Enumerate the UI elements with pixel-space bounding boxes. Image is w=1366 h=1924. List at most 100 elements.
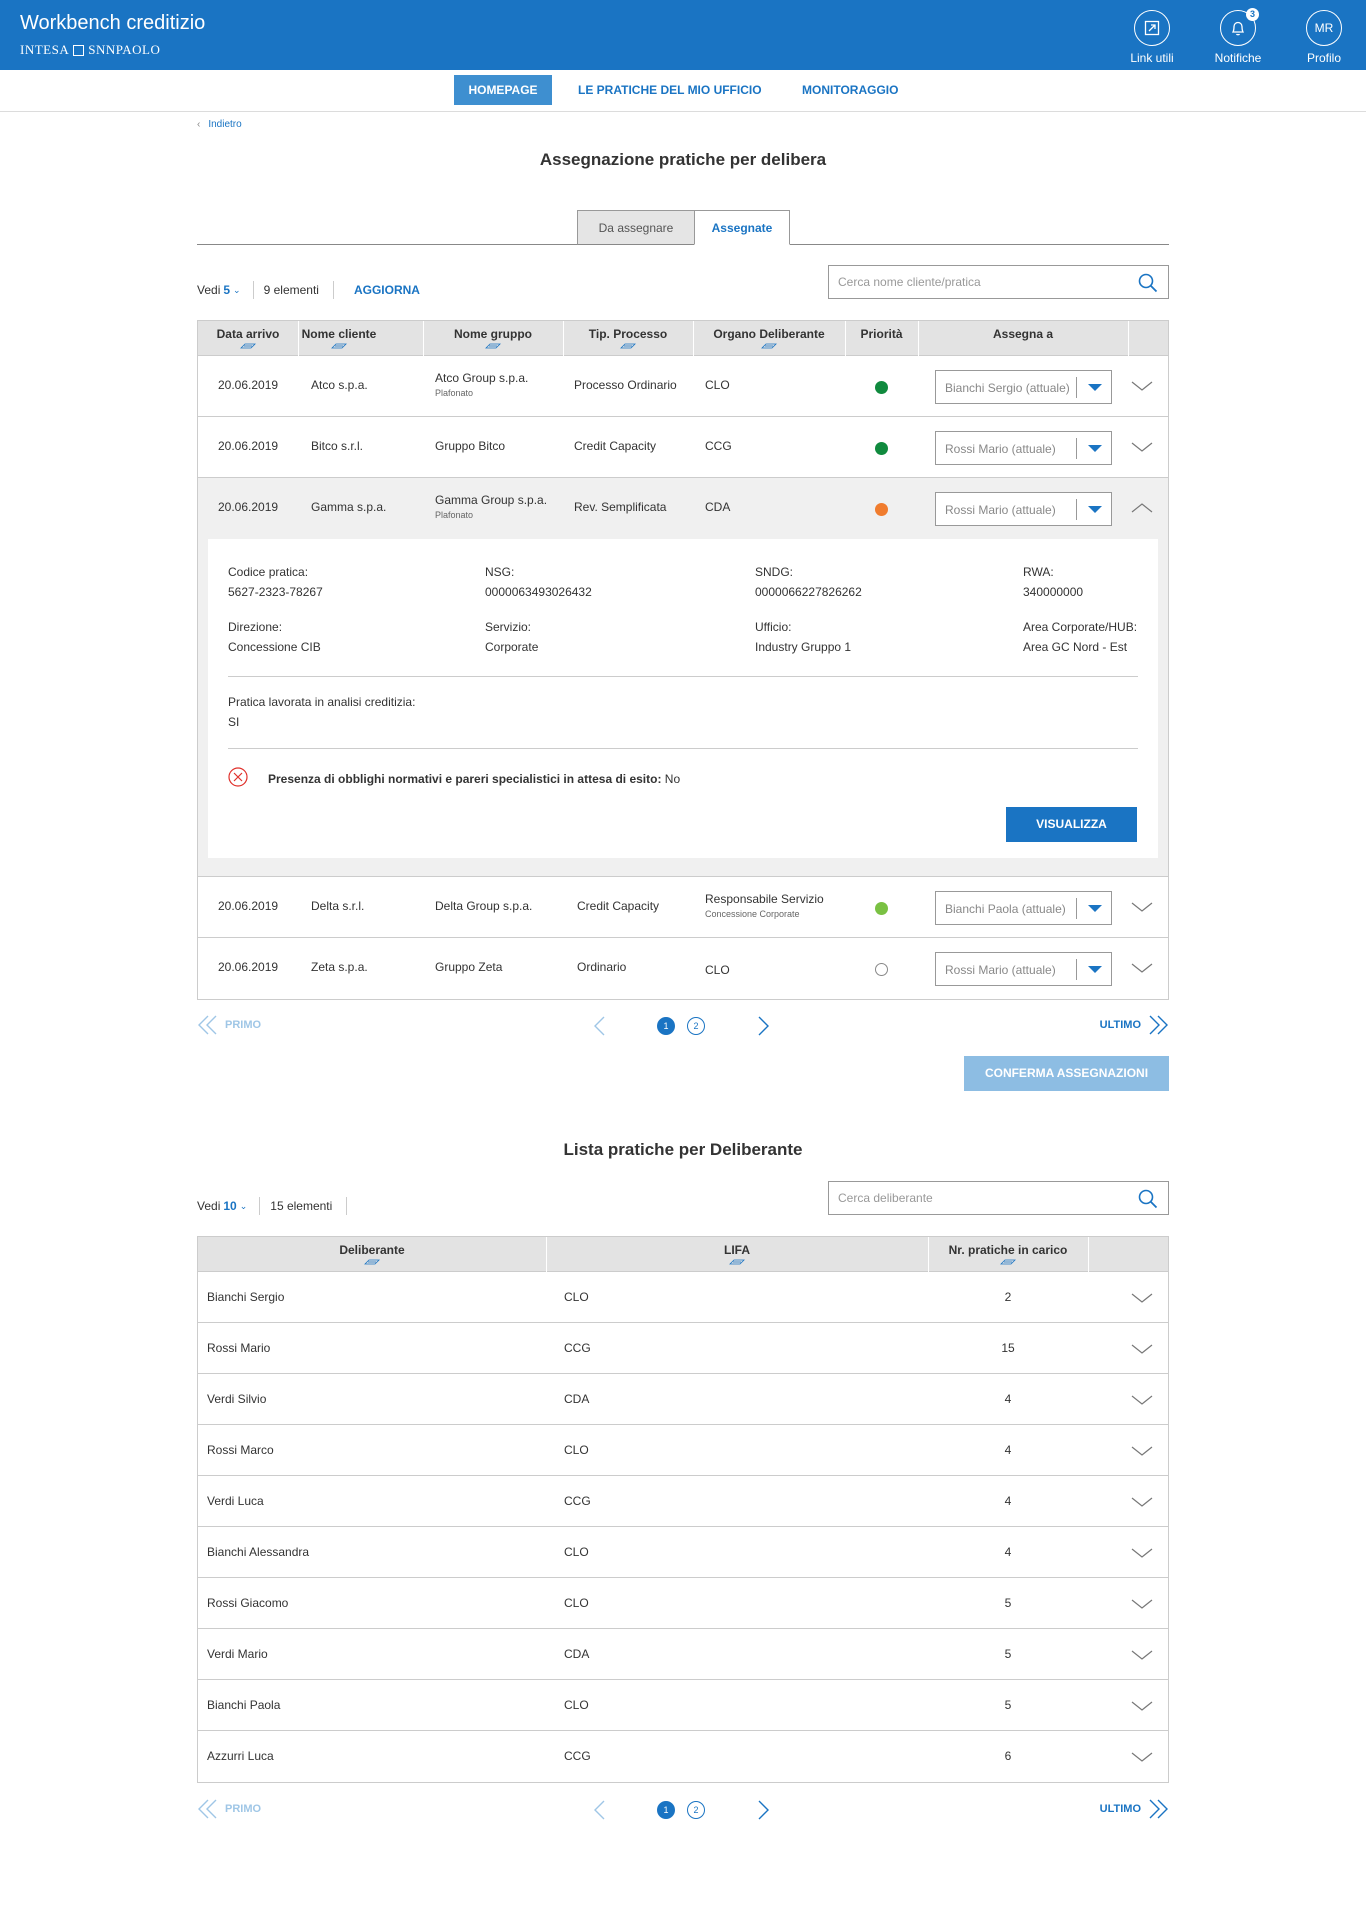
- chevron-right-icon[interactable]: [757, 1800, 771, 1820]
- page-1[interactable]: 1: [657, 1017, 675, 1035]
- cell-cliente: Atco s.p.a.: [311, 378, 368, 392]
- vedi-select[interactable]: 5: [223, 283, 230, 297]
- table-row[interactable]: Bianchi Sergio CLO 2: [198, 1272, 1168, 1323]
- chevron-down-icon[interactable]: [1131, 1596, 1153, 1612]
- chevron-down-icon[interactable]: [1131, 1647, 1153, 1663]
- cell-organo-sub: Concessione Corporate: [705, 909, 800, 919]
- col-deliberante[interactable]: Deliberante: [198, 1243, 546, 1265]
- table-row[interactable]: Rossi Marco CLO 4: [198, 1425, 1168, 1476]
- nav-monitoraggio[interactable]: MONITORAGGIO: [787, 75, 913, 105]
- cell-cliente: Zeta s.p.a.: [311, 960, 368, 974]
- chevron-right-icon[interactable]: [757, 1016, 771, 1036]
- cell-nr-pratiche: 4: [1004, 1545, 1012, 1559]
- chevron-left-icon: ‹: [197, 119, 201, 130]
- visualizza-button[interactable]: VISUALIZZA: [1006, 807, 1137, 842]
- detail-direzione: Direzione: Concessione CIB: [228, 620, 321, 654]
- tab-assegnate[interactable]: Assegnate: [694, 210, 790, 245]
- back-link[interactable]: ‹ Indietro: [197, 119, 242, 130]
- col-nome-cliente[interactable]: Nome cliente: [298, 327, 380, 349]
- table-row[interactable]: Rossi Giacomo CLO 5: [198, 1578, 1168, 1629]
- detail-ufficio: Ufficio: Industry Gruppo 1: [755, 620, 852, 654]
- table-row[interactable]: Rossi Mario CCG 15: [198, 1323, 1168, 1374]
- pager-first[interactable]: PRIMO: [197, 1798, 261, 1820]
- pager-last[interactable]: ULTIMO: [1100, 1798, 1169, 1820]
- cell-processo: Ordinario: [577, 960, 627, 974]
- sort-icon: [729, 1259, 745, 1265]
- notifiche-button[interactable]: 3 Notifiche: [1198, 8, 1278, 65]
- table-row[interactable]: Bianchi Paola CLO 5: [198, 1680, 1168, 1731]
- chevron-down-icon[interactable]: [1131, 1698, 1153, 1714]
- chevron-down-icon[interactable]: [1131, 1443, 1153, 1459]
- cell-lifa: CDA: [564, 1392, 590, 1406]
- chevron-down-icon: ⌄: [239, 1200, 248, 1211]
- chevron-down-icon[interactable]: [1131, 378, 1153, 394]
- table-header: Data arrivo Nome cliente Nome gruppo Tip…: [198, 321, 1168, 356]
- vedi-label: Vedi: [197, 283, 221, 297]
- chevron-up-icon[interactable]: [1131, 500, 1153, 516]
- cell-nr-pratiche: 4: [1004, 1392, 1012, 1406]
- sort-icon: [240, 343, 256, 349]
- chevron-down-icon[interactable]: [1131, 439, 1153, 455]
- chevron-down-icon[interactable]: [1131, 899, 1153, 915]
- col-tip-processo[interactable]: Tip. Processo: [563, 327, 693, 349]
- assign-select[interactable]: Rossi Mario (attuale): [935, 952, 1112, 986]
- profilo-button[interactable]: MR Profilo: [1284, 10, 1364, 65]
- table-row[interactable]: 20.06.2019 Zeta s.p.a. Gruppo Zeta Ordin…: [198, 938, 1168, 999]
- link-utili-button[interactable]: Link utili: [1112, 10, 1192, 65]
- items-count: 9 elementi: [263, 283, 319, 297]
- link-utili-label: Link utili: [1130, 51, 1174, 65]
- chevron-down-icon[interactable]: [1131, 1392, 1153, 1408]
- table-row[interactable]: Verdi Luca CCG 4: [198, 1476, 1168, 1527]
- nav-pratiche-ufficio[interactable]: LE PRATICHE DEL MIO UFFICIO: [563, 75, 777, 105]
- search-input[interactable]: [829, 1182, 1109, 1214]
- cell-gruppo: Gruppo Zeta: [435, 960, 503, 974]
- page-1[interactable]: 1: [657, 1801, 675, 1819]
- table-row[interactable]: 20.06.2019 Bitco s.r.l. Gruppo Bitco Cre…: [198, 417, 1168, 478]
- page-2[interactable]: 2: [687, 1801, 705, 1819]
- cell-lifa: CLO: [564, 1698, 589, 1712]
- chevron-down-icon[interactable]: [1131, 1290, 1153, 1306]
- table-row[interactable]: Verdi Mario CDA 5: [198, 1629, 1168, 1680]
- chevron-left-icon[interactable]: [592, 1800, 606, 1820]
- aggiorna-button[interactable]: AGGIORNA: [354, 283, 420, 297]
- pager-last[interactable]: ULTIMO: [1100, 1014, 1169, 1036]
- chevron-down-icon[interactable]: [1131, 1494, 1153, 1510]
- search-icon[interactable]: [1138, 273, 1158, 293]
- page-2[interactable]: 2: [687, 1017, 705, 1035]
- assign-select[interactable]: Bianchi Sergio (attuale): [935, 370, 1112, 404]
- col-organo-deliberante[interactable]: Organo Deliberante: [693, 327, 845, 349]
- cell-nr-pratiche: 5: [1004, 1698, 1012, 1712]
- cell-nr-pratiche: 6: [1004, 1749, 1012, 1763]
- search-input[interactable]: [829, 266, 1109, 298]
- table-row[interactable]: Azzurri Luca CCG 6: [198, 1731, 1168, 1782]
- table-row[interactable]: 20.06.2019 Delta s.r.l. Delta Group s.p.…: [198, 877, 1168, 938]
- table-row[interactable]: Verdi Silvio CDA 4: [198, 1374, 1168, 1425]
- sort-icon: [620, 343, 636, 349]
- chevron-down-icon[interactable]: [1131, 1545, 1153, 1561]
- cell-lifa: CLO: [564, 1290, 589, 1304]
- pager-first[interactable]: PRIMO: [197, 1014, 261, 1036]
- chevron-down-icon[interactable]: [1131, 960, 1153, 976]
- chevron-down-icon[interactable]: [1131, 1749, 1153, 1765]
- chevron-left-icon[interactable]: [592, 1016, 606, 1036]
- obblighi-text: Presenza di obblighi normativi e pareri …: [268, 772, 681, 786]
- table-row-expanded[interactable]: 20.06.2019 Gamma s.p.a. Gamma Group s.p.…: [198, 478, 1168, 539]
- table-row[interactable]: Bianchi Alessandra CLO 4: [198, 1527, 1168, 1578]
- cell-lifa: CCG: [564, 1749, 591, 1763]
- pagination-section1: PRIMO 1 2 ULTIMO: [197, 1014, 1169, 1038]
- table-row[interactable]: 20.06.2019 Atco s.p.a. Atco Group s.p.a.…: [198, 356, 1168, 417]
- assign-select[interactable]: Rossi Mario (attuale): [935, 431, 1112, 465]
- assign-select[interactable]: Bianchi Paola (attuale): [935, 891, 1112, 925]
- col-lifa[interactable]: LIFA: [546, 1243, 928, 1265]
- col-nome-gruppo[interactable]: Nome gruppo: [423, 327, 563, 349]
- nav-homepage[interactable]: HOMEPAGE: [454, 75, 552, 105]
- vedi-select[interactable]: 10: [223, 1199, 236, 1213]
- search-icon[interactable]: [1138, 1189, 1158, 1209]
- col-nr-pratiche[interactable]: Nr. pratiche in carico: [928, 1243, 1088, 1265]
- chevron-down-icon[interactable]: [1131, 1341, 1153, 1357]
- conferma-assegnazioni-button[interactable]: CONFERMA ASSEGNAZIONI: [964, 1056, 1169, 1091]
- deliberanti-table-body: Bianchi Sergio CLO 2 Rossi Mario CCG 15 Verdi …: [198, 1272, 1168, 1782]
- col-data-arrivo[interactable]: Data arrivo: [198, 327, 298, 349]
- tab-da-assegnare[interactable]: Da assegnare: [577, 210, 695, 245]
- assign-select[interactable]: Rossi Mario (attuale): [935, 492, 1112, 526]
